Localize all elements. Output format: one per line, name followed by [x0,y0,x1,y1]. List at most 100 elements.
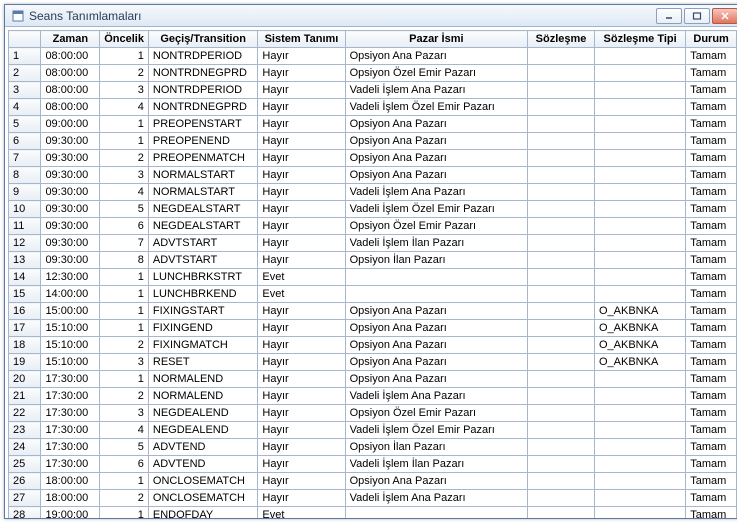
cell-gecis[interactable]: RESET [148,354,258,371]
cell-sozlesme[interactable] [528,235,595,252]
cell-gecis[interactable]: ADVTSTART [148,252,258,269]
cell-zaman[interactable]: 09:30:00 [41,252,100,269]
col-oncelik[interactable]: Öncelik [100,31,149,48]
cell-sistem[interactable]: Hayır [258,201,345,218]
cell-sistem[interactable]: Hayır [258,320,345,337]
cell-sistem[interactable]: Hayır [258,82,345,99]
cell-tipi[interactable]: O_AKBNKA [594,320,685,337]
cell-sistem[interactable]: Hayır [258,303,345,320]
cell-zaman[interactable]: 17:30:00 [41,422,100,439]
col-tipi[interactable]: Sözleşme Tipi [594,31,685,48]
cell-tipi[interactable] [594,218,685,235]
cell-gecis[interactable]: PREOPENEND [148,133,258,150]
cell-gecis[interactable]: NEGDEALSTART [148,218,258,235]
cell-durum[interactable]: Tamam [686,286,737,303]
table-row[interactable]: 1514:00:001LUNCHBRKENDEvetTamam [9,286,737,303]
cell-sozlesme[interactable] [528,320,595,337]
cell-pazar[interactable]: Opsiyon İlan Pazarı [345,252,528,269]
cell-rownum[interactable]: 22 [9,405,41,422]
cell-durum[interactable]: Tamam [686,99,737,116]
cell-oncelik[interactable]: 1 [100,371,149,388]
col-sozlesme[interactable]: Sözleşme [528,31,595,48]
table-row[interactable]: 2317:30:004NEGDEALENDHayırVadeli İşlem Ö… [9,422,737,439]
cell-gecis[interactable]: ADVTEND [148,456,258,473]
cell-sistem[interactable]: Hayır [258,150,345,167]
cell-durum[interactable]: Tamam [686,337,737,354]
cell-pazar[interactable] [345,507,528,519]
cell-sistem[interactable]: Hayır [258,354,345,371]
cell-gecis[interactable]: NONTRDPERIOD [148,82,258,99]
cell-gecis[interactable]: FIXINGMATCH [148,337,258,354]
cell-oncelik[interactable]: 6 [100,456,149,473]
cell-zaman[interactable]: 09:00:00 [41,116,100,133]
cell-pazar[interactable]: Vadeli İşlem Ana Pazarı [345,82,528,99]
cell-sistem[interactable]: Hayır [258,235,345,252]
cell-sozlesme[interactable] [528,65,595,82]
cell-gecis[interactable]: NORMALSTART [148,184,258,201]
table-row[interactable]: 2517:30:006ADVTENDHayırVadeli İşlem İlan… [9,456,737,473]
cell-durum[interactable]: Tamam [686,405,737,422]
cell-zaman[interactable]: 17:30:00 [41,371,100,388]
cell-sistem[interactable]: Hayır [258,388,345,405]
cell-pazar[interactable]: Opsiyon Ana Pazarı [345,303,528,320]
cell-durum[interactable]: Tamam [686,371,737,388]
cell-zaman[interactable]: 09:30:00 [41,218,100,235]
cell-zaman[interactable]: 09:30:00 [41,201,100,218]
cell-tipi[interactable] [594,371,685,388]
table-row[interactable]: 809:30:003NORMALSTARTHayırOpsiyon Ana Pa… [9,167,737,184]
col-zaman[interactable]: Zaman [41,31,100,48]
cell-zaman[interactable]: 18:00:00 [41,490,100,507]
cell-tipi[interactable] [594,507,685,519]
cell-oncelik[interactable]: 1 [100,507,149,519]
cell-zaman[interactable]: 09:30:00 [41,184,100,201]
table-row[interactable]: 1309:30:008ADVTSTARTHayırOpsiyon İlan Pa… [9,252,737,269]
cell-gecis[interactable]: ONCLOSEMATCH [148,473,258,490]
close-button[interactable] [712,8,737,24]
cell-tipi[interactable] [594,456,685,473]
cell-tipi[interactable] [594,269,685,286]
cell-pazar[interactable] [345,269,528,286]
sessions-table[interactable]: Zaman Öncelik Geçiş/Transition Sistem Ta… [8,30,737,518]
cell-sozlesme[interactable] [528,490,595,507]
cell-tipi[interactable] [594,473,685,490]
cell-pazar[interactable]: Opsiyon Ana Pazarı [345,473,528,490]
cell-sozlesme[interactable] [528,184,595,201]
maximize-button[interactable] [684,8,710,24]
cell-pazar[interactable]: Opsiyon Ana Pazarı [345,133,528,150]
cell-rownum[interactable]: 4 [9,99,41,116]
cell-sistem[interactable]: Evet [258,507,345,519]
cell-pazar[interactable]: Vadeli İşlem Özel Emir Pazarı [345,99,528,116]
table-row[interactable]: 2618:00:001ONCLOSEMATCHHayırOpsiyon Ana … [9,473,737,490]
cell-zaman[interactable]: 14:00:00 [41,286,100,303]
cell-gecis[interactable]: LUNCHBRKSTRT [148,269,258,286]
cell-durum[interactable]: Tamam [686,473,737,490]
cell-sistem[interactable]: Hayır [258,371,345,388]
cell-rownum[interactable]: 16 [9,303,41,320]
cell-sistem[interactable]: Hayır [258,99,345,116]
cell-tipi[interactable] [594,388,685,405]
cell-oncelik[interactable]: 2 [100,490,149,507]
cell-rownum[interactable]: 21 [9,388,41,405]
cell-oncelik[interactable]: 7 [100,235,149,252]
cell-durum[interactable]: Tamam [686,490,737,507]
cell-sozlesme[interactable] [528,82,595,99]
cell-zaman[interactable]: 17:30:00 [41,439,100,456]
cell-sozlesme[interactable] [528,439,595,456]
cell-rownum[interactable]: 18 [9,337,41,354]
cell-gecis[interactable]: NORMALSTART [148,167,258,184]
cell-sozlesme[interactable] [528,48,595,65]
cell-gecis[interactable]: PREOPENMATCH [148,150,258,167]
table-row[interactable]: 308:00:003NONTRDPERIODHayırVadeli İşlem … [9,82,737,99]
cell-sistem[interactable]: Hayır [258,337,345,354]
cell-sozlesme[interactable] [528,167,595,184]
cell-pazar[interactable]: Vadeli İşlem Ana Pazarı [345,490,528,507]
cell-zaman[interactable]: 17:30:00 [41,388,100,405]
cell-zaman[interactable]: 15:00:00 [41,303,100,320]
cell-zaman[interactable]: 09:30:00 [41,133,100,150]
cell-pazar[interactable] [345,286,528,303]
cell-sistem[interactable]: Hayır [258,184,345,201]
cell-tipi[interactable]: O_AKBNKA [594,303,685,320]
cell-oncelik[interactable]: 5 [100,439,149,456]
cell-pazar[interactable]: Vadeli İşlem İlan Pazarı [345,456,528,473]
col-rownum[interactable] [9,31,41,48]
